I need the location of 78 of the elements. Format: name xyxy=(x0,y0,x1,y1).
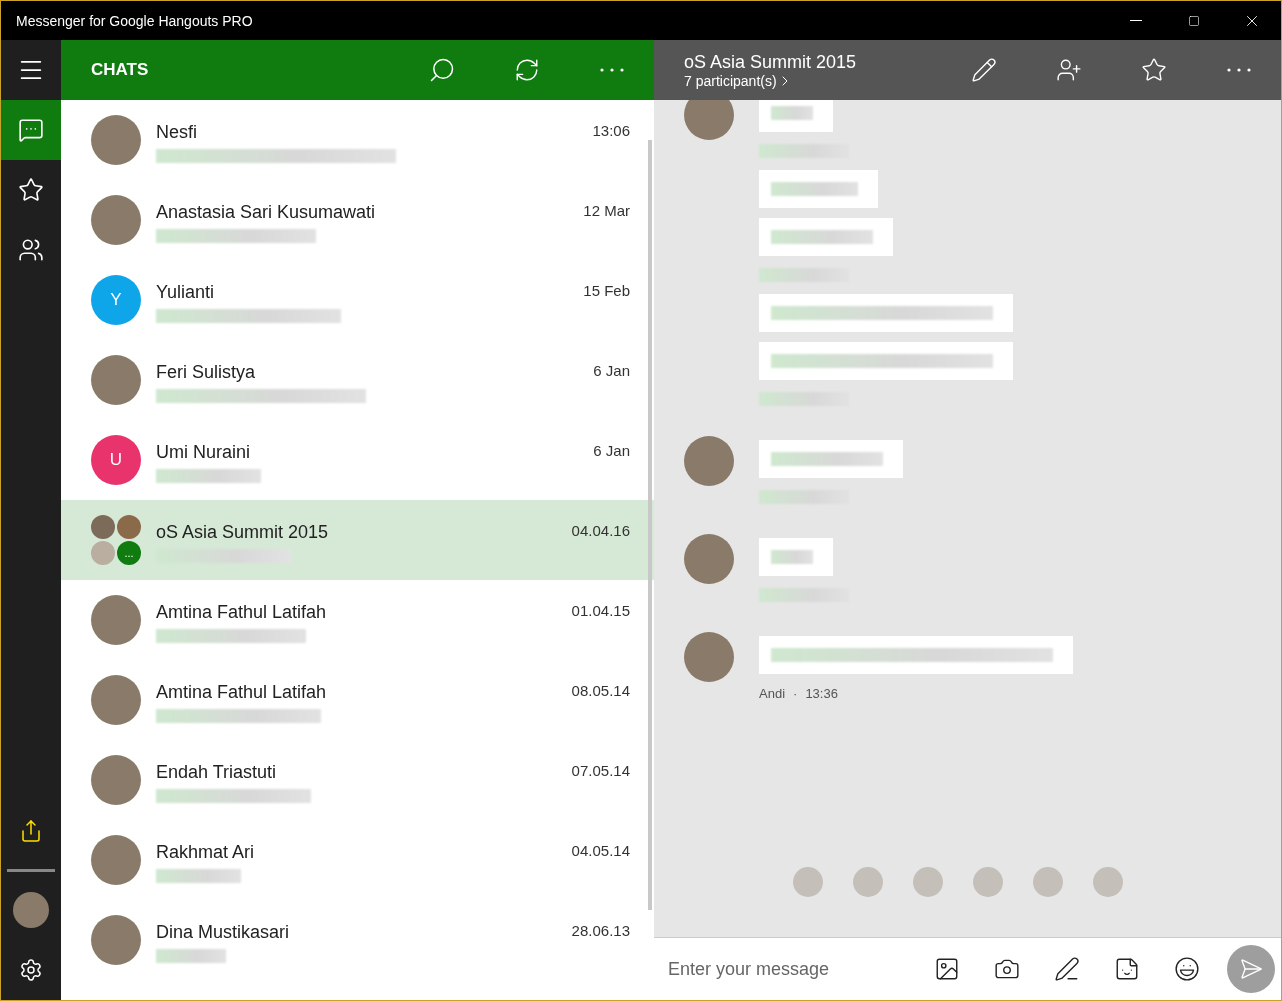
add-person-icon xyxy=(1055,57,1082,83)
seen-avatar xyxy=(972,867,1003,897)
message-input[interactable]: Enter your message xyxy=(666,957,917,981)
chat-icon xyxy=(18,117,44,143)
chat-time: 08.05.14 xyxy=(571,681,630,701)
seen-avatar xyxy=(792,867,823,897)
participants-link[interactable]: 7 participant(s) xyxy=(684,72,941,89)
emoji-icon xyxy=(1174,956,1200,982)
settings-icon xyxy=(19,958,43,982)
chat-time: 04.05.14 xyxy=(571,841,630,861)
chat-time: 6 Jan xyxy=(593,441,630,461)
chat-time: 13:06 xyxy=(592,121,630,141)
sender-name: Andi xyxy=(759,685,786,701)
star-icon xyxy=(18,177,44,203)
maximize-icon xyxy=(1188,14,1200,27)
photo-placeholder xyxy=(91,195,141,245)
pencil-icon xyxy=(970,57,997,83)
contact-name: Umi Nuraini xyxy=(156,441,251,463)
seen-avatar xyxy=(1092,867,1123,897)
photo-placeholder xyxy=(91,915,141,965)
contact-name: Dina Mustikasari xyxy=(156,921,290,943)
blurred-message xyxy=(771,106,813,120)
seen-avatar xyxy=(852,867,883,897)
chat-time: 04.04.16 xyxy=(571,521,630,541)
share-icon xyxy=(19,819,43,843)
photo-placeholder xyxy=(91,675,141,725)
chat-time: 01.04.15 xyxy=(571,601,630,621)
window-title: Messenger for Google Hangouts PRO xyxy=(16,12,254,29)
more-icon xyxy=(1226,68,1251,72)
avatar xyxy=(91,515,115,539)
photo-placeholder xyxy=(91,115,141,165)
separator-dot: · xyxy=(793,685,798,701)
contact-name: Anastasia Sari Kusumawati xyxy=(156,201,376,223)
contact-name: oS Asia Summit 2015 xyxy=(156,521,329,543)
sticker-icon xyxy=(1114,956,1140,982)
chat-row[interactable]: ... oS Asia Summit 2015 04.04.16 xyxy=(61,500,654,580)
list-title: CHATS xyxy=(91,60,150,80)
contacts-icon xyxy=(18,237,44,263)
contact-name: Endah Triastuti xyxy=(156,761,277,783)
chat-time: 07.05.14 xyxy=(571,761,630,781)
seen-avatar xyxy=(912,867,943,897)
photo-placeholder xyxy=(91,355,141,405)
blurred-message xyxy=(771,550,813,564)
contact-name: Rakhmat Ari xyxy=(156,841,255,863)
photo-placeholder xyxy=(91,755,141,805)
contact-name: Yulianti xyxy=(156,281,215,303)
photo-placeholder xyxy=(684,632,734,682)
chat-time: 6 Jan xyxy=(593,361,630,381)
chat-tab[interactable] xyxy=(1,100,61,160)
photo-placeholder xyxy=(91,835,141,885)
chat-time: 28.06.13 xyxy=(571,921,630,941)
photo-placeholder xyxy=(684,534,734,584)
photo-placeholder xyxy=(684,100,734,140)
photo-placeholder xyxy=(684,436,734,486)
image-icon xyxy=(934,956,960,982)
contact-name: Feri Sulistya xyxy=(156,361,256,383)
more-icon xyxy=(599,68,624,72)
send-button[interactable] xyxy=(1227,945,1275,993)
contact-name: Nesfi xyxy=(156,121,197,143)
seen-avatar xyxy=(1032,867,1063,897)
pen-icon xyxy=(1054,956,1080,982)
avatar xyxy=(91,541,115,565)
avatar: U xyxy=(91,435,141,485)
contact-name: Amtina Fathul Latifah xyxy=(156,601,327,623)
photo-placeholder xyxy=(13,892,49,928)
contact-name: Amtina Fathul Latifah xyxy=(156,681,327,703)
blurred-preview xyxy=(156,948,226,963)
chat-time: 15 Feb xyxy=(583,281,630,301)
message-time: 13:36 xyxy=(805,685,838,701)
chat-time: 12 Mar xyxy=(583,201,630,221)
avatar: ... xyxy=(117,541,141,565)
conversation-title: oS Asia Summit 2015 xyxy=(684,51,858,73)
avatar: Y xyxy=(91,275,141,325)
star-icon xyxy=(1140,57,1167,83)
minimize-icon xyxy=(1130,20,1142,21)
avatar xyxy=(117,515,141,539)
photo-placeholder xyxy=(91,595,141,645)
send-icon xyxy=(1239,957,1263,981)
